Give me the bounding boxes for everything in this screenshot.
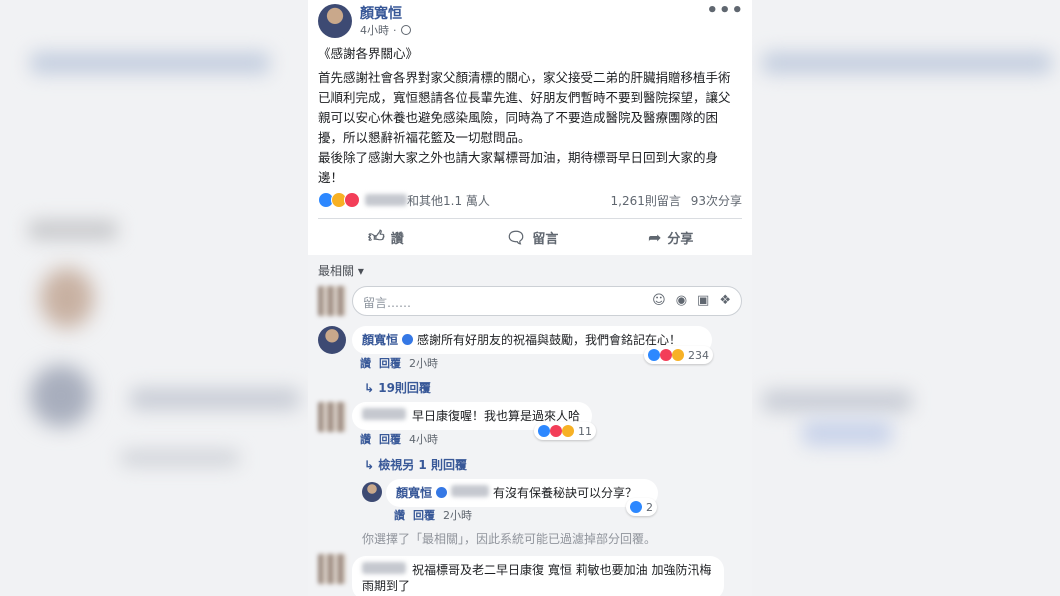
comment-author[interactable]: 顏寬恒 — [362, 333, 398, 347]
post-paragraph-1: 首先感謝社會各界對家父顏清標的關心，家父接受二弟的肝臟捐贈移植手術已順利完成，寬… — [318, 70, 731, 145]
gif-icon[interactable]: ▣ — [697, 293, 709, 308]
comment-time[interactable]: 2小時 — [409, 357, 438, 370]
like-reaction-icon — [630, 501, 642, 513]
love-reaction-icon — [550, 425, 562, 437]
commenter-avatar[interactable] — [318, 326, 346, 354]
comment-bubble: 祝福標哥及老二早日康復 寬恒 莉敏也要加油 加強防汛梅雨期到了 — [352, 556, 724, 596]
reaction-count: 2 — [646, 500, 653, 514]
comment-reply-link[interactable]: 回覆 — [379, 433, 401, 446]
engagement-counts: 1,261則留言 93次分享 — [605, 192, 742, 209]
viewer-avatar — [318, 286, 346, 316]
post-meta: 4小時 · — [360, 22, 411, 38]
filter-notice: 你選擇了「最相關」，因此系統可能已過濾掉部分回覆。 — [362, 532, 657, 546]
post-title: 《感謝各界關心》 — [318, 46, 419, 61]
view-more-replies-link[interactable]: ↳ 檢視另 1 則回覆 — [364, 456, 467, 473]
blurred-name — [365, 194, 407, 206]
verified-badge-icon — [436, 487, 448, 498]
post-author-name[interactable]: 顏寬恒 — [360, 3, 402, 23]
reaction-summary[interactable]: 和其他1.1 萬人 — [318, 191, 490, 209]
reply-meta: 讚回覆 2小時 — [394, 507, 472, 523]
share-arrow-icon: ➦ — [648, 227, 662, 247]
comment-reactions[interactable]: 11 — [534, 422, 596, 440]
blurred-name[interactable] — [362, 562, 406, 574]
reply-time[interactable]: 2小時 — [443, 509, 472, 522]
comment-meta: 讚回覆 4小時 — [360, 431, 438, 447]
comment-reply-link[interactable]: 回覆 — [379, 357, 401, 370]
comment-like-link[interactable]: 讚 — [360, 433, 371, 446]
comment-text: 祝福標哥及老二早日康復 寬恒 莉敏也要加油 加強防汛梅雨期到了 — [362, 563, 712, 593]
blurred-header-bar — [30, 52, 270, 74]
reply-author[interactable]: 顏寬恒 — [396, 486, 432, 500]
blurred-text-block — [28, 220, 118, 240]
comment-reactions[interactable]: 234 — [644, 346, 713, 364]
comment-bubble-icon: 🗨︎ — [506, 227, 527, 247]
emoji-icon[interactable]: ☺ — [652, 293, 666, 308]
comment-label: 留言 — [532, 231, 559, 247]
comments-count[interactable]: 1,261則留言 — [611, 194, 681, 208]
like-button[interactable]: 👍︎ 讚 — [368, 226, 404, 248]
reply-bubble: 顏寬恒 有沒有保養秘訣可以分享？ — [386, 479, 658, 507]
blurred-avatar — [30, 365, 92, 427]
love-reaction-icon — [344, 192, 360, 208]
divider — [318, 218, 742, 219]
like-reaction-icon — [538, 425, 550, 437]
commenter-avatar[interactable] — [318, 402, 346, 432]
comment-like-link[interactable]: 讚 — [360, 357, 371, 370]
blurred-background-right — [752, 0, 1060, 596]
comment-filter-dropdown[interactable]: 最相關 ▾ — [318, 262, 364, 279]
blurred-name[interactable] — [362, 408, 406, 420]
haha-reaction-icon — [562, 425, 574, 437]
reply-like-link[interactable]: 讚 — [394, 509, 405, 522]
blurred-text-block — [762, 390, 912, 412]
comment-button[interactable]: 🗨︎ 留言 — [506, 226, 558, 248]
reply-text: 有沒有保養秘訣可以分享？ — [493, 486, 638, 500]
share-label: 分享 — [667, 231, 694, 247]
blurred-avatar — [40, 268, 94, 328]
post-card: 顏寬恒 4小時 · ••• 《感謝各界關心》 首先感謝社會各界對家父顏清標的關心… — [308, 0, 752, 596]
blurred-reaction-pill — [802, 420, 892, 446]
blurred-text-block — [130, 388, 300, 410]
reaction-count-text: 和其他1.1 萬人 — [407, 193, 490, 208]
shares-count[interactable]: 93次分享 — [691, 194, 742, 208]
like-label: 讚 — [390, 231, 404, 247]
comment-text: 早日康復喔！我也算是過來人哈 — [412, 409, 581, 423]
comment-meta: 讚回覆 2小時 — [360, 355, 438, 371]
comment-time[interactable]: 4小時 — [409, 433, 438, 446]
author-avatar[interactable] — [318, 4, 352, 38]
view-replies-link[interactable]: ↳ 19則回覆 — [364, 379, 431, 396]
blurred-header-bar — [762, 52, 1052, 74]
post-paragraph-2: 最後除了感謝大家之外也請大家幫標哥加油，期待標哥早日回到大家的身邊！ — [318, 150, 719, 185]
comment-text: 感謝所有好朋友的祝福與鼓勵，我們會銘記在心！ — [417, 333, 682, 347]
comment-input-icons: ☺ ◉ ▣ ❖ — [652, 293, 731, 308]
like-reaction-icon — [648, 349, 660, 361]
comment-input[interactable]: 留言…… ☺ ◉ ▣ ❖ — [352, 286, 742, 316]
blurred-name[interactable] — [451, 485, 490, 497]
share-button[interactable]: ➦ 分享 — [648, 226, 693, 248]
sticker-icon[interactable]: ❖ — [719, 293, 731, 308]
camera-icon[interactable]: ◉ — [676, 293, 687, 308]
haha-reaction-icon — [672, 349, 684, 361]
thumbs-up-icon: 👍︎ — [368, 227, 385, 246]
post-time[interactable]: 4小時 — [360, 22, 389, 38]
reaction-count: 234 — [688, 348, 709, 362]
blurred-text-block — [120, 450, 240, 466]
commenter-avatar[interactable] — [318, 554, 346, 584]
reply-reply-link[interactable]: 回覆 — [413, 509, 435, 522]
blurred-background-left — [0, 0, 308, 596]
comment-input-placeholder: 留言…… — [363, 296, 412, 310]
reply-author-avatar[interactable] — [362, 482, 382, 502]
love-reaction-icon — [660, 349, 672, 361]
verified-badge-icon — [402, 334, 414, 345]
more-options-icon[interactable]: ••• — [706, 0, 744, 21]
reaction-count: 11 — [578, 424, 592, 438]
reply-reactions[interactable]: 2 — [626, 498, 657, 516]
globe-icon — [400, 25, 411, 35]
